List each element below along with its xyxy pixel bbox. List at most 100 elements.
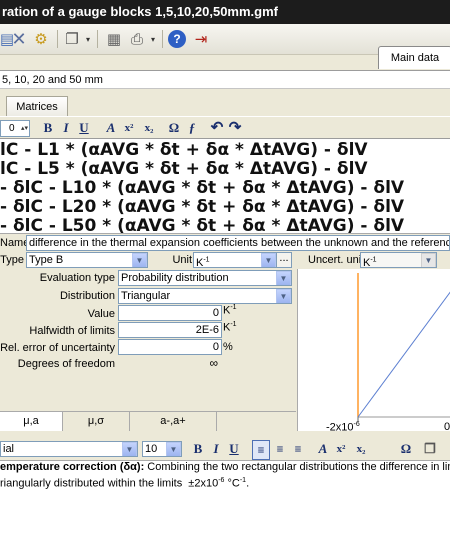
exit-icon[interactable]: ⇥ bbox=[191, 29, 211, 49]
subscript-button[interactable]: x₂ bbox=[140, 119, 158, 137]
print-dropdown-icon[interactable]: ▾ bbox=[148, 29, 158, 49]
tab-matrices[interactable]: Matrices bbox=[6, 96, 68, 117]
name-label: Name bbox=[0, 237, 30, 249]
chevron-down-icon[interactable]: ▼ bbox=[261, 253, 276, 267]
value-unit: K-1 bbox=[223, 304, 237, 317]
delete-icon[interactable]: ✕ bbox=[10, 29, 28, 49]
evaluation-type-value: Probability distribution bbox=[121, 272, 229, 284]
formula-font-size-field[interactable]: 0 ▴▾ bbox=[0, 120, 30, 137]
unit-select-value: K-1 bbox=[196, 256, 210, 268]
text-omega-button[interactable]: Ω bbox=[398, 440, 414, 458]
chevron-down-icon[interactable]: ▼ bbox=[122, 442, 137, 456]
distribution-value: Triangular bbox=[121, 290, 171, 302]
type-select-value: Type B bbox=[29, 254, 64, 266]
text-superscript-button[interactable]: x² bbox=[332, 440, 350, 458]
dof-value: ∞ bbox=[209, 356, 218, 370]
halfwidth-unit: K-1 bbox=[223, 321, 237, 334]
copy-icon[interactable]: ❐ bbox=[63, 29, 81, 49]
value-field[interactable]: 0 bbox=[118, 305, 222, 321]
chevron-down-icon[interactable]: ▼ bbox=[421, 253, 436, 267]
evaluation-panel: Evaluation type Probability distribution… bbox=[0, 269, 296, 429]
redo-icon[interactable]: ↷ bbox=[227, 119, 243, 137]
tab-main-data[interactable]: Main data bbox=[378, 46, 450, 69]
formula-toolbar: 0 ▴▾ B I U A x² x₂ Ω ƒ ↶ ↷ bbox=[0, 116, 450, 139]
value-label: Value bbox=[87, 308, 115, 320]
uncert-unit-select-value: K-1 bbox=[363, 256, 377, 268]
calculator-icon[interactable]: ▦ bbox=[104, 29, 124, 49]
underline-button[interactable]: U bbox=[76, 119, 92, 137]
tab-mu-sigma[interactable]: μ,σ bbox=[63, 412, 130, 431]
text-underline-button[interactable]: U bbox=[226, 440, 242, 458]
distribution-chart: -2x10-6 0 bbox=[297, 269, 450, 434]
uncert-unit-label: Uncert. unit bbox=[308, 254, 365, 266]
print-icon[interactable]: ⎙ bbox=[126, 29, 148, 49]
tab-a-minus-a-plus[interactable]: a-,a+ bbox=[130, 412, 217, 431]
text-bold-button[interactable]: B bbox=[190, 440, 206, 458]
chevron-down-icon[interactable]: ▼ bbox=[276, 289, 291, 303]
formula-line: lC - L5 * (αAVG * δt + δα * ΔtAVG) - δlV bbox=[0, 159, 368, 179]
dof-label: Degrees of freedom bbox=[17, 358, 115, 370]
formula-editor[interactable]: lC - L1 * (αAVG * δt + δα * ΔtAVG) - δlV… bbox=[0, 138, 450, 233]
align-left-icon[interactable]: ≡ bbox=[252, 440, 270, 460]
settings-icon[interactable]: ⚙ bbox=[31, 29, 51, 49]
type-label: Type bbox=[0, 254, 24, 266]
chevron-down-icon[interactable]: ▼ bbox=[276, 271, 291, 285]
formula-font-size-value: 0 bbox=[9, 123, 15, 134]
text-subscript-button[interactable]: x₂ bbox=[352, 440, 370, 458]
description-text[interactable]: emperature correction (δα): Combining th… bbox=[0, 460, 450, 547]
type-select[interactable]: Type B ▼ bbox=[26, 252, 148, 268]
font-a-button[interactable]: A bbox=[104, 119, 118, 137]
align-right-icon[interactable]: ≡ bbox=[290, 440, 306, 458]
text-italic-button[interactable]: I bbox=[208, 440, 224, 458]
subtitle-field[interactable]: 5, 10, 20 and 50 mm bbox=[0, 70, 450, 89]
spinner-icon[interactable]: ▴▾ bbox=[21, 121, 28, 136]
font-size-value: 10 bbox=[145, 443, 158, 455]
formula-line: - δlC - L10 * (αAVG * δt + δα * ΔtAVG) -… bbox=[0, 178, 405, 198]
formula-line: - δlC - L50 * (αAVG * δt + δα * ΔtAVG) -… bbox=[0, 216, 405, 233]
unit-browse-button[interactable]: ... bbox=[276, 252, 292, 268]
quantity-properties: Name difference in the thermal expansion… bbox=[0, 233, 450, 270]
font-size-select[interactable]: 10 ▼ bbox=[142, 441, 182, 457]
rel-error-field[interactable]: 0 bbox=[118, 339, 222, 355]
rel-error-label: Rel. error of uncertainty bbox=[0, 342, 115, 354]
omega-symbol-button[interactable]: Ω bbox=[166, 119, 182, 137]
unit-select[interactable]: K-1 ▼ bbox=[193, 252, 277, 268]
tab-mu-a[interactable]: μ,a bbox=[0, 412, 63, 431]
italic-button[interactable]: I bbox=[58, 119, 74, 137]
description-line-2: riangularly distributed within the limit… bbox=[0, 477, 250, 490]
formula-line: - δlC - L20 * (αAVG * δt + δα * ΔtAVG) -… bbox=[0, 197, 405, 217]
function-button[interactable]: ƒ bbox=[184, 119, 200, 137]
superscript-button[interactable]: x² bbox=[120, 119, 138, 137]
text-font-a-button[interactable]: A bbox=[316, 440, 330, 458]
description-line-1: emperature correction (δα): Combining th… bbox=[0, 461, 450, 474]
evaluation-type-select[interactable]: Probability distribution ▼ bbox=[118, 270, 292, 286]
rel-error-unit: % bbox=[223, 341, 233, 353]
title-bar: ration of a gauge blocks 1,5,10,20,50mm.… bbox=[0, 0, 450, 24]
evaluation-type-label: Evaluation type bbox=[39, 272, 115, 284]
distribution-curve bbox=[357, 291, 450, 418]
font-name-select[interactable]: ial ▼ bbox=[0, 441, 138, 457]
paste-icon[interactable]: ❐ bbox=[422, 440, 438, 458]
undo-icon[interactable]: ↶ bbox=[209, 119, 225, 137]
chevron-down-icon[interactable]: ▼ bbox=[132, 253, 147, 267]
distribution-plot bbox=[357, 273, 450, 421]
name-field[interactable]: difference in the thermal expansion coef… bbox=[26, 235, 450, 251]
bold-button[interactable]: B bbox=[40, 119, 56, 137]
distribution-param-tabs: μ,a μ,σ a-,a+ bbox=[0, 411, 296, 432]
distribution-select[interactable]: Triangular ▼ bbox=[118, 288, 292, 304]
help-icon[interactable]: ? bbox=[168, 30, 186, 48]
description-text-1: Combining the two rectangular distributi… bbox=[144, 461, 450, 473]
tick-label-right: 0 bbox=[444, 421, 450, 433]
text-toolbar: ial ▼ 10 ▼ B I U ≡ ≡ ≡ A x² x₂ Ω ❐ bbox=[0, 438, 450, 460]
font-name-value: ial bbox=[3, 443, 15, 455]
align-center-icon[interactable]: ≡ bbox=[272, 440, 288, 458]
halfwidth-field[interactable]: 2E-6 bbox=[118, 322, 222, 338]
chevron-down-icon[interactable]: ▼ bbox=[166, 442, 181, 456]
tick-label-left: -2x10-6 bbox=[326, 421, 360, 434]
uncert-unit-select[interactable]: K-1 ▼ bbox=[360, 252, 437, 268]
window-title: ration of a gauge blocks 1,5,10,20,50mm.… bbox=[2, 4, 278, 19]
copy-dropdown-icon[interactable]: ▾ bbox=[83, 29, 93, 49]
halfwidth-label: Halfwidth of limits bbox=[29, 325, 115, 337]
tabs-row: Matrices bbox=[0, 90, 450, 117]
formula-line: lC - L1 * (αAVG * δt + δα * ΔtAVG) - δlV bbox=[0, 140, 368, 160]
